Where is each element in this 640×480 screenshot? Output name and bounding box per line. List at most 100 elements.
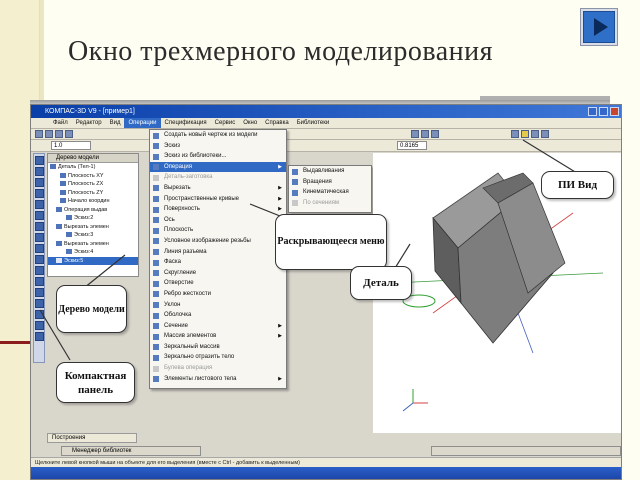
next-slide-button[interactable] xyxy=(580,8,618,46)
menu-item-mirror-array[interactable]: Зеркальный массив xyxy=(150,342,286,353)
menu-item-thread[interactable]: Условное изображение резьбы xyxy=(150,236,286,247)
menu-item-sheet[interactable]: Элементы листового тела ▶ xyxy=(150,374,286,385)
edit-icon[interactable] xyxy=(35,189,44,198)
spec-icon[interactable] xyxy=(35,266,44,275)
menu-item-rib[interactable]: Ребро жесткости xyxy=(150,289,286,300)
boolean-icon xyxy=(153,365,159,372)
tree-item-plane-zx[interactable]: Плоскость ZX xyxy=(48,180,138,189)
window-title: КОМПАС-3D V9 - [пример1] xyxy=(45,108,135,115)
tree-item-sketch[interactable]: Эскиз:2 xyxy=(48,214,138,223)
menu-item-cut[interactable]: Вырезать ▶ xyxy=(150,183,286,194)
menu-item-boolean[interactable]: Булева операция xyxy=(150,363,286,374)
menu-view[interactable]: Вид xyxy=(106,118,125,128)
menu-item-draft[interactable]: Уклон xyxy=(150,300,286,311)
section-icon xyxy=(153,323,159,330)
menu-item-fillet[interactable]: Скругление xyxy=(150,268,286,279)
operations-icon[interactable] xyxy=(35,178,44,187)
menu-item-surface[interactable]: Поверхность ▶ xyxy=(150,204,286,215)
select-icon[interactable] xyxy=(35,222,44,231)
surface-icon[interactable] xyxy=(35,233,44,242)
part-icon xyxy=(50,164,56,170)
maximize-button[interactable] xyxy=(599,107,608,116)
menu-help[interactable]: Справка xyxy=(261,118,293,128)
menu-file[interactable]: Файл xyxy=(49,118,72,128)
menu-service[interactable]: Сервис xyxy=(211,118,240,128)
callout-part: Деталь xyxy=(350,266,412,300)
tree-item-part[interactable]: Деталь (Тел-1) xyxy=(48,163,138,172)
menu-item-hole[interactable]: Отверстие xyxy=(150,278,286,289)
tree-item-sketch[interactable]: Эскиз:3 xyxy=(48,231,138,240)
report-icon[interactable] xyxy=(35,277,44,286)
open-file-icon[interactable] xyxy=(45,130,53,138)
rotate-icon[interactable] xyxy=(411,130,419,138)
sheet-icon[interactable] xyxy=(35,244,44,253)
mirror-icon[interactable] xyxy=(35,299,44,308)
menu-item-axis[interactable]: Ось▶ xyxy=(150,215,286,226)
menu-item-array[interactable]: Массив элементов ▶ xyxy=(150,331,286,342)
menu-item-sketch[interactable]: Эскиз xyxy=(150,141,286,152)
new-file-icon[interactable] xyxy=(35,130,43,138)
status-bar: Щелкните левой кнопкой мыши на объекте д… xyxy=(31,457,621,467)
menu-specification[interactable]: Спецификация xyxy=(161,118,211,128)
geometry-icon[interactable] xyxy=(35,156,44,165)
zoom-combo[interactable]: 0.8165 xyxy=(397,141,427,150)
menu-item-operation[interactable]: Операция ▶ xyxy=(150,161,286,173)
tab-constructions[interactable]: Построения xyxy=(47,433,137,443)
menu-editor[interactable]: Редактор xyxy=(72,118,106,128)
draft-icon xyxy=(153,302,159,308)
tree-item-plane-zy[interactable]: Плоскость ZY xyxy=(48,189,138,198)
tree-item-plane-xy[interactable]: Плоскость XY xyxy=(48,172,138,181)
menu-item-split-line[interactable]: Линия разъема xyxy=(150,247,286,258)
menu-window[interactable]: Окно xyxy=(239,118,261,128)
model-tree: Дерево модели Деталь (Тел-1) Плоскость X… xyxy=(47,153,139,277)
dimensions-icon[interactable] xyxy=(35,167,44,176)
plane-icon xyxy=(60,172,66,178)
submenu-item-extrude[interactable]: Выдавливания xyxy=(289,166,371,177)
menu-item-new-drawing[interactable]: Создать новый чертеж из модели xyxy=(150,130,286,141)
sketch-icon xyxy=(66,232,72,238)
array-icon[interactable] xyxy=(35,288,44,297)
next-arrow-icon xyxy=(583,11,615,43)
zoom-icon[interactable] xyxy=(431,130,439,138)
measure-icon[interactable] xyxy=(35,211,44,220)
tree-item-cut[interactable]: Вырезать элемен xyxy=(48,223,138,232)
fillet-icon[interactable] xyxy=(35,310,44,319)
pan-icon[interactable] xyxy=(421,130,429,138)
close-button[interactable] xyxy=(610,107,619,116)
scale-combo[interactable]: 1.0 xyxy=(51,141,91,150)
save-icon[interactable] xyxy=(55,130,63,138)
menu-item-curves[interactable]: Пространственные кривые ▶ xyxy=(150,194,286,205)
tree-item-extrude[interactable]: Операция выдав xyxy=(48,206,138,215)
shell-icon[interactable] xyxy=(35,332,44,341)
constraints-icon[interactable] xyxy=(35,200,44,209)
view-icon[interactable] xyxy=(521,130,529,138)
submenu-item-loft[interactable]: По сечениям xyxy=(289,198,371,209)
tree-item-sketch[interactable]: Эскиз:4 xyxy=(48,248,138,257)
tree-item-cut[interactable]: Вырезать элемен xyxy=(48,240,138,249)
menu-item-shell[interactable]: Оболочка xyxy=(150,310,286,321)
orientation-icon[interactable] xyxy=(511,130,519,138)
tree-item-sketch-selected[interactable]: Эскиз:5 xyxy=(48,256,138,265)
wireframe-view-icon[interactable] xyxy=(541,130,549,138)
menu-libraries[interactable]: Библиотеки xyxy=(293,118,334,128)
submenu-item-sweep[interactable]: Кинематическая xyxy=(289,187,371,198)
revolve-icon xyxy=(292,179,298,186)
print-icon[interactable] xyxy=(65,130,73,138)
library-icon xyxy=(153,153,159,160)
menu-item-section[interactable]: Сечение ▶ xyxy=(150,321,286,332)
library-manager-bar[interactable]: Менеджер библиотек xyxy=(61,446,201,456)
submenu-item-revolve[interactable]: Вращения xyxy=(289,177,371,188)
menu-operations[interactable]: Операции xyxy=(124,118,161,128)
hole-icon[interactable] xyxy=(35,321,44,330)
menu-item-plane[interactable]: Плоскость▶ xyxy=(150,225,286,236)
sheet-icon xyxy=(153,376,159,383)
curves-icon[interactable] xyxy=(35,255,44,264)
menu-item-blank-part[interactable]: Деталь-заготовка xyxy=(150,172,286,183)
menu-item-sketch-library[interactable]: Эскиз из библиотеки... xyxy=(150,151,286,162)
menu-item-chamfer[interactable]: Фаска xyxy=(150,257,286,268)
origin-icon xyxy=(60,198,66,204)
menu-item-mirror-body[interactable]: Зеркально отразить тело xyxy=(150,352,286,363)
shaded-view-icon[interactable] xyxy=(531,130,539,138)
minimize-button[interactable] xyxy=(588,107,597,116)
tree-item-origin[interactable]: Начало координ xyxy=(48,197,138,206)
